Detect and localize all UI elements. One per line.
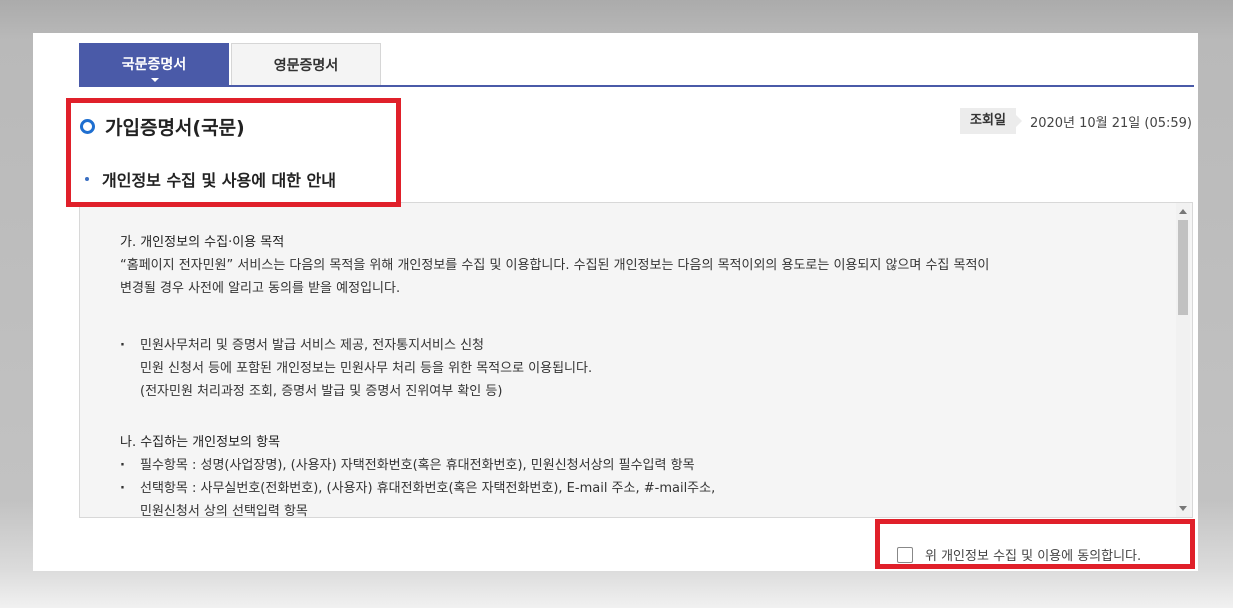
page-title-row: 가입증명서(국문) [80,113,245,140]
inquiry-date: 조회일 2020년 10월 21일 (05:59) [960,108,1192,134]
purpose-detail-line: (전자민원 처리과정 조회, 증명서 발급 및 증명서 진위여부 확인 등) [140,384,503,399]
agree-label[interactable]: 위 개인정보 수집 및 이용에 동의합니다. [925,545,1141,564]
section-title-row: 개인정보 수집 및 사용에 대한 안내 [85,167,336,191]
privacy-agreement[interactable]: 위 개인정보 수집 및 이용에 동의합니다. [897,545,1141,564]
section-1-heading: 가. 개인정보의 수집·이용 목적 [120,235,285,250]
required-items: 필수항목 : 성명(사업장명), (사용자) 자택전화번호(혹은 휴대전화번호)… [120,454,1160,477]
section-1-text-line: “홈페이지 전자민원” 서비스는 다음의 목적을 위해 개인정보를 수집 및 이… [120,258,990,273]
agree-checkbox[interactable] [897,546,913,563]
scroll-down-icon[interactable] [1179,506,1187,511]
section-title: 개인정보 수집 및 사용에 대한 안내 [102,171,336,190]
certificate-page: 국문증명서 영문증명서 가입증명서(국문) 개인정보 수집 및 사용에 대한 안… [33,33,1198,571]
tab-label: 국문증명서 [121,57,187,73]
scrollbar-thumb[interactable] [1178,220,1188,315]
section-1-text-line: 변경될 경우 사전에 알리고 동의를 받을 예정입니다. [120,281,401,296]
purpose-item: 민원사무처리 및 증명서 발급 서비스 제공, 전자통지서비스 신청 [120,334,1160,357]
caret-down-icon [151,78,159,82]
tab-english-certificate[interactable]: 영문증명서 [231,43,381,85]
circle-bullet-icon [80,119,95,134]
privacy-terms-content: 가. 개인정보의 수집·이용 목적 “홈페이지 전자민원” 서비스는 다음의 목… [120,231,1160,518]
optional-items: 선택항목 : 사무실번호(전화번호), (사용자) 휴대전화번호(혹은 자택전화… [120,477,1160,500]
section-2-heading: 나. 수집하는 개인정보의 항목 [120,435,281,450]
tab-korean-certificate[interactable]: 국문증명서 [79,43,229,85]
tab-bar: 국문증명서 영문증명서 [79,43,1194,87]
dot-bullet-icon [85,177,89,181]
optional-items-continued: 민원신청서 상의 선택입력 항목 [140,504,308,518]
tab-label: 영문증명서 [273,57,339,74]
scroll-up-icon[interactable] [1179,209,1187,214]
purpose-detail-line: 민원 신청서 등에 포함된 개인정보는 민원사무 처리 등을 위한 목적으로 이… [140,361,593,376]
inquiry-date-value: 2020년 10월 21일 (05:59) [1029,115,1192,131]
terms-scrollbar[interactable] [1176,203,1190,517]
inquiry-date-label: 조회일 [960,108,1022,134]
page-bottom-shadow [0,571,1233,608]
page-title: 가입증명서(국문) [105,117,245,139]
privacy-terms-box[interactable]: 가. 개인정보의 수집·이용 목적 “홈페이지 전자민원” 서비스는 다음의 목… [79,202,1193,518]
